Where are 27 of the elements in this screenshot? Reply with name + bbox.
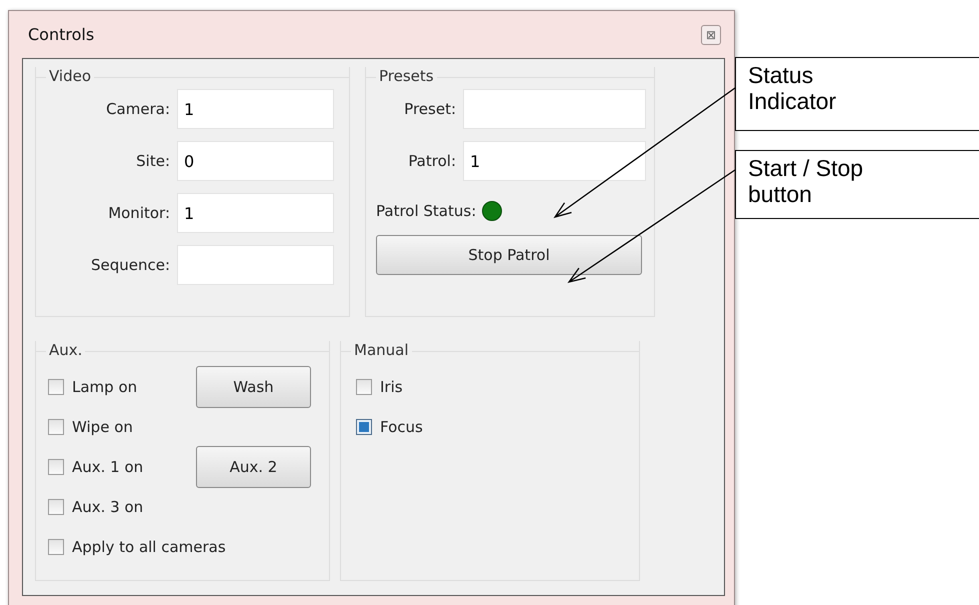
- field-label: Patrol:: [407, 152, 456, 170]
- close-button[interactable]: ⊠: [701, 24, 721, 44]
- checkbox[interactable]: Lamp on: [48, 378, 186, 396]
- callout-text: Status Indicator: [748, 62, 838, 114]
- status-label: Patrol Status:: [376, 202, 476, 220]
- field-label: Sequence:: [90, 256, 170, 274]
- field-label: Site:: [135, 152, 170, 170]
- input-field[interactable]: 1: [177, 193, 334, 233]
- checkbox[interactable]: Iris: [356, 378, 494, 396]
- checkbox[interactable]: Focus: [356, 418, 494, 436]
- input-field[interactable]: 1: [177, 89, 334, 129]
- input-field[interactable]: 0: [177, 141, 334, 181]
- checkbox[interactable]: Wipe on: [48, 418, 186, 436]
- input-field[interactable]: [463, 89, 646, 129]
- field-label: Camera:: [105, 100, 170, 118]
- window-title: Controls: [28, 25, 94, 44]
- checkbox[interactable]: Aux. 3 on: [48, 498, 186, 516]
- checkbox[interactable]: Aux. 1 on: [48, 458, 186, 476]
- action-button[interactable]: Aux. 2: [196, 446, 311, 488]
- action-button[interactable]: Wash: [196, 366, 311, 408]
- field-label: Monitor:: [107, 204, 170, 222]
- input-field[interactable]: 1: [463, 141, 646, 181]
- input-field[interactable]: [177, 245, 334, 285]
- callout-text: Start / Stop button: [748, 155, 864, 207]
- field-label: Preset:: [403, 100, 456, 118]
- stop-patrol-button[interactable]: Stop Patrol: [376, 235, 642, 275]
- checkbox[interactable]: Apply to all cameras: [48, 538, 226, 556]
